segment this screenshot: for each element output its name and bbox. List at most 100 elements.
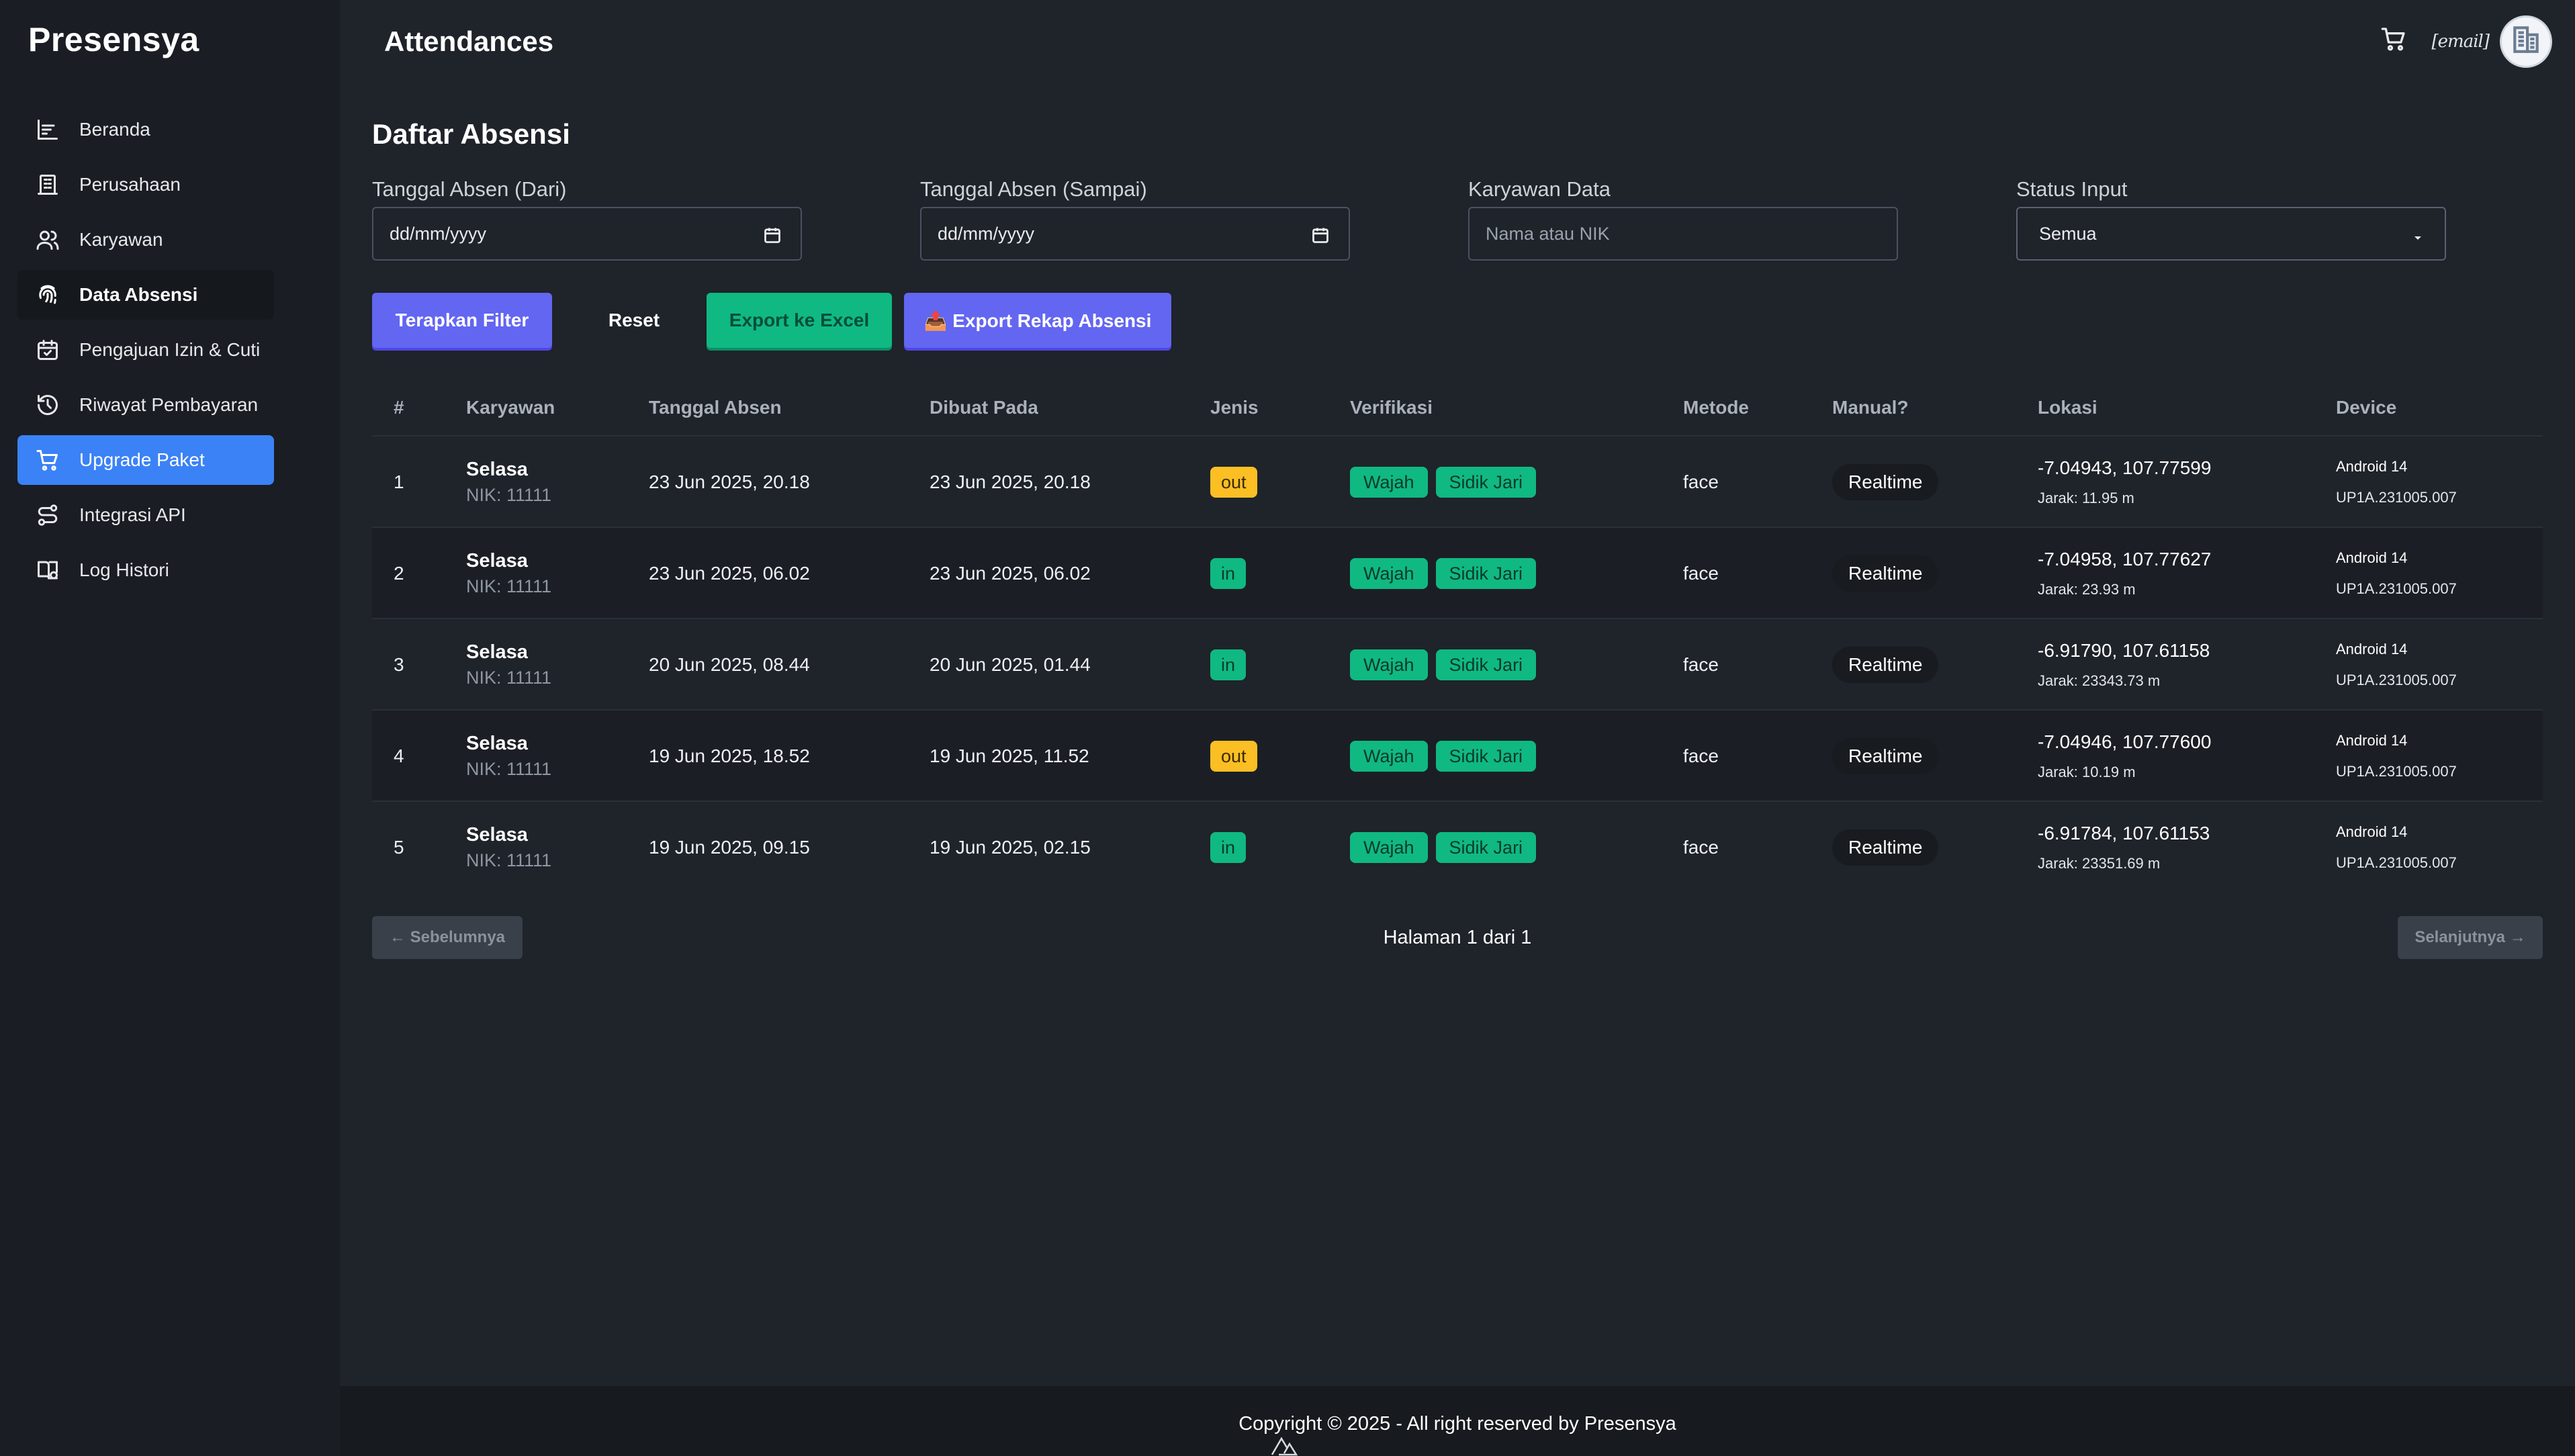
avatar[interactable] bbox=[2500, 15, 2552, 68]
route-icon bbox=[35, 502, 60, 528]
attendance-date: 23 Jun 2025, 20.18 bbox=[649, 471, 810, 492]
coordinates: -7.04946, 107.77600 bbox=[2038, 731, 2212, 752]
sidebar-item-integrasi-api[interactable]: Integrasi API bbox=[17, 490, 274, 540]
column-header[interactable]: Metode bbox=[1683, 397, 1749, 418]
table-row[interactable]: 2 Selasa NIK: 11111 23 Jun 2025, 06.02 2… bbox=[372, 528, 2543, 619]
verification-badge: Wajah bbox=[1350, 832, 1428, 863]
device-os: Android 14 bbox=[2336, 732, 2408, 749]
sidebar-item-label: Upgrade Paket bbox=[79, 449, 205, 470]
footer: Copyright © 2025 - All right reserved by… bbox=[340, 1386, 2575, 1456]
method-cell: face bbox=[1683, 745, 1719, 766]
date-from-input[interactable]: dd/mm/yyyy bbox=[372, 207, 802, 261]
method-cell: face bbox=[1683, 837, 1719, 858]
table-row[interactable]: 4 Selasa NIK: 11111 19 Jun 2025, 18.52 1… bbox=[372, 711, 2543, 802]
coordinates: -7.04958, 107.77627 bbox=[2038, 549, 2212, 570]
device-os: Android 14 bbox=[2336, 641, 2408, 657]
brand-logo[interactable]: Presensya bbox=[28, 20, 199, 59]
fingerprint-icon bbox=[35, 282, 60, 308]
verification-badge: Wajah bbox=[1350, 558, 1428, 589]
reset-button[interactable]: Reset bbox=[567, 293, 701, 348]
manual-cell: Realtime bbox=[1832, 528, 1939, 619]
column-header[interactable]: Jenis bbox=[1210, 397, 1259, 418]
column-header[interactable]: # bbox=[394, 397, 404, 418]
sidebar-item-label: Karyawan bbox=[79, 229, 163, 250]
employee-nik: NIK: 11111 bbox=[466, 850, 552, 870]
column-header[interactable]: Lokasi bbox=[2038, 397, 2097, 418]
status-select[interactable]: Semua bbox=[2016, 207, 2446, 261]
distance: Jarak: 23343.73 m bbox=[2038, 672, 2161, 689]
verification-badge: Sidik Jari bbox=[1435, 558, 1537, 589]
calendar-icon[interactable] bbox=[1311, 226, 1330, 244]
sidebar-item-karyawan[interactable]: Karyawan bbox=[17, 215, 274, 265]
attendance-date: 19 Jun 2025, 18.52 bbox=[649, 745, 810, 766]
sidebar-item-upgrade-paket[interactable]: Upgrade Paket bbox=[17, 435, 274, 485]
device-cell: Android 14 UP1A.231005.007 bbox=[2336, 802, 2457, 893]
verification-cell: Wajah Sidik Jari bbox=[1350, 437, 1544, 528]
sidebar-item-log-histori[interactable]: Log Histori bbox=[17, 545, 274, 595]
distance: Jarak: 23.93 m bbox=[2038, 581, 2136, 598]
sidebar-item-perusahaan[interactable]: Perusahaan bbox=[17, 160, 274, 210]
filter-date-from: Tanggal Absen (Dari) dd/mm/yyyy bbox=[372, 177, 802, 261]
verification-badge: Sidik Jari bbox=[1435, 832, 1537, 863]
device-build: UP1A.231005.007 bbox=[2336, 854, 2457, 871]
page-title: Attendances bbox=[384, 26, 554, 57]
sidebar-item-label: Riwayat Pembayaran bbox=[79, 394, 259, 415]
type-badge: in bbox=[1210, 558, 1247, 589]
created-at: 23 Jun 2025, 06.02 bbox=[930, 563, 1091, 584]
employee-name: Selasa bbox=[466, 550, 528, 572]
apply-filter-button[interactable]: Terapkan Filter bbox=[372, 293, 552, 348]
device-os: Android 14 bbox=[2336, 549, 2408, 566]
history-icon bbox=[35, 392, 60, 418]
column-header[interactable]: Karyawan bbox=[466, 397, 555, 418]
employee-search-input[interactable]: Nama atau NIK bbox=[1468, 207, 1898, 261]
calendar-icon[interactable] bbox=[763, 226, 782, 244]
method-cell: face bbox=[1683, 563, 1719, 584]
copyright-text: Copyright © 2025 - All right reserved by… bbox=[1238, 1413, 1676, 1435]
sidebar-item-pengajuan-izin-cuti[interactable]: Pengajuan Izin & Cuti bbox=[17, 325, 274, 375]
verification-badge: Wajah bbox=[1350, 741, 1428, 772]
export-excel-button[interactable]: Export ke Excel bbox=[707, 293, 892, 348]
device-cell: Android 14 UP1A.231005.007 bbox=[2336, 711, 2457, 802]
column-header[interactable]: Tanggal Absen bbox=[649, 397, 782, 418]
employee-cell: Selasa NIK: 11111 bbox=[466, 802, 551, 893]
table-row[interactable]: 1 Selasa NIK: 11111 23 Jun 2025, 20.18 2… bbox=[372, 437, 2543, 528]
row-number: 4 bbox=[394, 745, 404, 766]
building-icon bbox=[2509, 22, 2543, 61]
date-to-input[interactable]: dd/mm/yyyy bbox=[920, 207, 1350, 261]
distance: Jarak: 23351.69 m bbox=[2038, 855, 2161, 872]
type-cell: in bbox=[1210, 802, 1247, 893]
method-cell: face bbox=[1683, 471, 1719, 492]
sidebar-item-label: Log Histori bbox=[79, 559, 169, 580]
sidebar-item-label: Pengajuan Izin & Cuti bbox=[79, 339, 261, 360]
type-cell: in bbox=[1210, 528, 1247, 619]
employee-cell: Selasa NIK: 11111 bbox=[466, 619, 551, 711]
row-number: 2 bbox=[394, 563, 404, 584]
status-badge: Realtime bbox=[1832, 829, 1939, 866]
book-icon bbox=[35, 557, 60, 583]
user-email[interactable]: [email] bbox=[2432, 32, 2490, 52]
sidebar-item-label: Perusahaan bbox=[79, 174, 181, 195]
table-row[interactable]: 5 Selasa NIK: 11111 19 Jun 2025, 09.15 1… bbox=[372, 802, 2543, 893]
column-header[interactable]: Manual? bbox=[1832, 397, 1909, 418]
sidebar-nav: Beranda Perusahaan Karyawan Data Absensi bbox=[17, 105, 274, 600]
column-header[interactable]: Device bbox=[2336, 397, 2396, 418]
chevron-down-icon bbox=[2411, 228, 2425, 242]
cart-button[interactable] bbox=[2376, 24, 2412, 60]
type-badge: out bbox=[1210, 467, 1257, 498]
verification-badge: Sidik Jari bbox=[1435, 741, 1537, 772]
manual-cell: Realtime bbox=[1832, 711, 1939, 802]
next-page-button[interactable]: Selanjutnya → bbox=[2398, 916, 2543, 959]
sidebar-item-riwayat-pembayaran[interactable]: Riwayat Pembayaran bbox=[17, 380, 274, 430]
verification-cell: Wajah Sidik Jari bbox=[1350, 711, 1544, 802]
filter-label: Tanggal Absen (Dari) bbox=[372, 177, 567, 201]
filter-status: Status Input Semua bbox=[2016, 177, 2446, 261]
table-row[interactable]: 3 Selasa NIK: 11111 20 Jun 2025, 08.44 2… bbox=[372, 619, 2543, 711]
date-value: dd/mm/yyyy bbox=[938, 223, 1035, 244]
filter-label: Tanggal Absen (Sampai) bbox=[920, 177, 1147, 201]
export-recap-button[interactable]: 📤 Export Rekap Absensi bbox=[904, 293, 1171, 348]
sidebar-item-beranda[interactable]: Beranda bbox=[17, 105, 274, 154]
sidebar-item-data-absensi[interactable]: Data Absensi bbox=[17, 270, 274, 320]
location-cell: -6.91784, 107.61153 Jarak: 23351.69 m bbox=[2038, 802, 2210, 893]
column-header[interactable]: Dibuat Pada bbox=[930, 397, 1038, 418]
column-header[interactable]: Verifikasi bbox=[1350, 397, 1433, 418]
